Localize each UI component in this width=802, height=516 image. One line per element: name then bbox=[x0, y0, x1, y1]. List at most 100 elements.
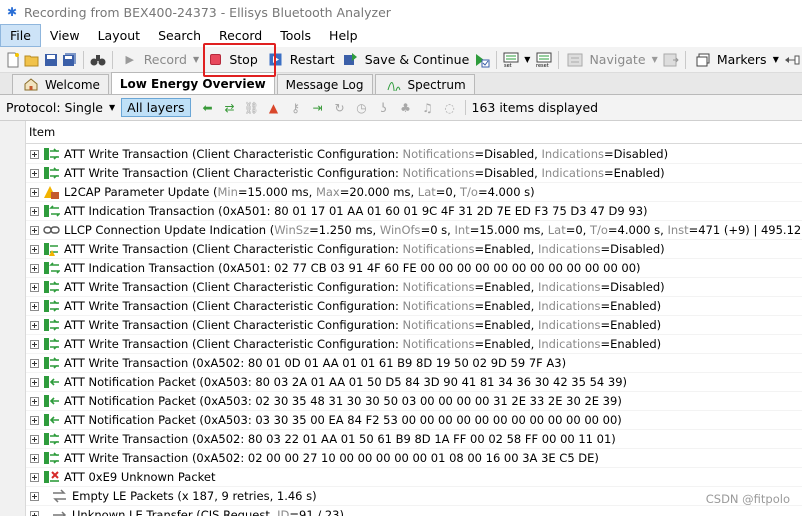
markers-dropdown-icon[interactable]: ▼ bbox=[772, 52, 780, 68]
menu-layout[interactable]: Layout bbox=[89, 24, 150, 47]
tab-welcome[interactable]: Welcome bbox=[12, 74, 109, 94]
hook-icon[interactable]: ʖ bbox=[375, 99, 393, 117]
swap-arrows-icon[interactable]: ⇄ bbox=[221, 99, 239, 117]
cycle-icon[interactable]: ↻ bbox=[331, 99, 349, 117]
expand-plus-icon[interactable] bbox=[30, 263, 39, 273]
expand-plus-icon[interactable] bbox=[30, 206, 39, 216]
all-layers-button[interactable]: All layers bbox=[121, 98, 191, 117]
field-text: =Disabled) bbox=[600, 242, 665, 256]
expand-plus-icon[interactable] bbox=[30, 187, 39, 197]
table-row[interactable]: ATT 0xE9 Unknown Packet bbox=[26, 468, 802, 487]
table-row[interactable]: ATT Write Transaction (Client Characteri… bbox=[26, 278, 802, 297]
expand-plus-icon[interactable] bbox=[30, 396, 39, 406]
menu-help[interactable]: Help bbox=[320, 24, 367, 47]
arrow-left-icon[interactable]: ⬅ bbox=[199, 99, 217, 117]
table-row[interactable]: ATT Write Transaction (Client Characteri… bbox=[26, 297, 802, 316]
key-icon[interactable]: ⚷ bbox=[287, 99, 305, 117]
menu-search[interactable]: Search bbox=[149, 24, 210, 47]
table-row[interactable]: Unknown LE Transfer (CIS Request, ID=91 … bbox=[26, 506, 802, 516]
open-folder-icon[interactable] bbox=[24, 52, 40, 68]
toolbar-separator bbox=[496, 50, 498, 69]
table-row[interactable]: ATT Write Transaction (0xA502: 80 01 0D … bbox=[26, 354, 802, 373]
field-text: =1.250 ms, bbox=[309, 223, 380, 237]
tree-icon[interactable]: ♣ bbox=[397, 99, 415, 117]
menu-file[interactable]: File bbox=[0, 24, 41, 47]
table-row[interactable]: ATT Write Transaction (Client Characteri… bbox=[26, 164, 802, 183]
protocol-selector[interactable]: Protocol: Single ▼ bbox=[6, 100, 121, 115]
field-text: ATT Write Transaction (Client Characteri… bbox=[64, 166, 403, 180]
menu-view[interactable]: View bbox=[41, 24, 89, 47]
expand-plus-icon[interactable] bbox=[30, 282, 39, 292]
expand-plus-icon[interactable] bbox=[30, 225, 39, 235]
menu-tools[interactable]: Tools bbox=[271, 24, 320, 47]
expand-plus-icon[interactable] bbox=[30, 415, 39, 425]
expand-plus-icon[interactable] bbox=[30, 320, 39, 330]
save-icon[interactable] bbox=[44, 52, 58, 68]
table-row[interactable]: ATT Write Transaction (0xA502: 80 03 22 … bbox=[26, 430, 802, 449]
table-row[interactable]: ATT Write Transaction (Client Characteri… bbox=[26, 240, 802, 259]
tab-spectrum[interactable]: Spectrum bbox=[374, 74, 475, 94]
table-row[interactable]: ATT Notification Packet (0xA503: 02 30 3… bbox=[26, 392, 802, 411]
navigate-dropdown-icon[interactable]: ▼ bbox=[651, 52, 659, 68]
record-button[interactable]: ▶ Record bbox=[117, 49, 190, 71]
tab-low-energy-overview[interactable]: Low Energy Overview bbox=[110, 72, 275, 94]
row-label: ATT Notification Packet (0xA503: 80 03 2… bbox=[64, 375, 627, 389]
stop-button[interactable]: Stop bbox=[202, 49, 260, 71]
field-name: T/o bbox=[460, 185, 478, 199]
table-row[interactable]: ATT Notification Packet (0xA503: 03 30 3… bbox=[26, 411, 802, 430]
expand-plus-icon[interactable] bbox=[30, 149, 39, 159]
table-row[interactable]: ATT Write Transaction (Client Characteri… bbox=[26, 335, 802, 354]
expand-plus-icon[interactable] bbox=[30, 358, 39, 368]
column-header-item[interactable]: Item bbox=[26, 121, 802, 144]
table-row[interactable]: LLCP Connection Update Indication (WinSz… bbox=[26, 221, 802, 240]
expand-plus-icon[interactable] bbox=[30, 434, 39, 444]
expand-plus-icon[interactable] bbox=[30, 168, 39, 178]
hat-icon[interactable]: ▲ bbox=[265, 99, 283, 117]
mark-check-icon[interactable] bbox=[474, 52, 490, 68]
reset-icon[interactable]: reset bbox=[536, 52, 552, 68]
save-continue-button[interactable]: Save & Continue bbox=[338, 49, 473, 71]
expand-plus-icon[interactable] bbox=[30, 301, 39, 311]
save-continue-icon bbox=[343, 52, 359, 68]
disabled-circle-icon[interactable]: ◌ bbox=[441, 99, 459, 117]
navigate-button[interactable]: Navigate bbox=[562, 49, 648, 71]
table-row[interactable]: ATT Indication Transaction (0xA501: 80 0… bbox=[26, 202, 802, 221]
record-dropdown-icon[interactable]: ▼ bbox=[192, 52, 200, 68]
clock-icon[interactable]: ◷ bbox=[353, 99, 371, 117]
markers-button[interactable]: Markers bbox=[690, 49, 770, 71]
row-label: LLCP Connection Update Indication (WinSz… bbox=[64, 223, 802, 237]
att-notification-icon bbox=[43, 412, 60, 428]
table-row[interactable]: L2CAP Parameter Update (Min=15.000 ms, M… bbox=[26, 183, 802, 202]
toolbar-separator bbox=[83, 50, 84, 69]
row-label: ATT Write Transaction (Client Characteri… bbox=[64, 280, 665, 294]
settings-dropdown-icon[interactable]: ▼ bbox=[523, 52, 531, 68]
table-row[interactable]: ATT Write Transaction (0xA502: 02 00 00 … bbox=[26, 449, 802, 468]
restart-button[interactable]: Restart bbox=[263, 49, 338, 71]
link-icon[interactable]: ⛓ bbox=[243, 99, 261, 117]
menu-record[interactable]: Record bbox=[210, 24, 271, 47]
field-name: Notifications bbox=[402, 280, 475, 294]
att-write-icon bbox=[43, 450, 60, 466]
row-label: ATT Write Transaction (0xA502: 02 00 00 … bbox=[64, 451, 599, 465]
tab-message-log[interactable]: Message Log bbox=[276, 74, 373, 94]
table-row[interactable]: ATT Write Transaction (Client Characteri… bbox=[26, 145, 802, 164]
marker-arrow-icon[interactable] bbox=[784, 52, 800, 68]
expand-plus-icon[interactable] bbox=[30, 491, 39, 501]
expand-plus-icon[interactable] bbox=[30, 377, 39, 387]
save-all-icon[interactable] bbox=[62, 52, 77, 68]
expand-plus-icon[interactable] bbox=[30, 453, 39, 463]
settings-grid-icon[interactable]: set bbox=[503, 52, 519, 68]
expand-plus-icon[interactable] bbox=[30, 339, 39, 349]
navigate-next-icon[interactable] bbox=[663, 52, 679, 68]
table-row[interactable]: ATT Notification Packet (0xA503: 80 03 2… bbox=[26, 373, 802, 392]
expand-plus-icon[interactable] bbox=[30, 244, 39, 254]
expand-plus-icon[interactable] bbox=[30, 510, 39, 516]
new-file-icon[interactable] bbox=[6, 52, 20, 68]
table-row[interactable]: Empty LE Packets (x 187, 9 retries, 1.46… bbox=[26, 487, 802, 506]
find-binoculars-icon[interactable] bbox=[90, 52, 106, 68]
table-row[interactable]: ATT Indication Transaction (0xA501: 02 7… bbox=[26, 259, 802, 278]
table-row[interactable]: ATT Write Transaction (Client Characteri… bbox=[26, 316, 802, 335]
step-icon[interactable]: ⇥ bbox=[309, 99, 327, 117]
expand-plus-icon[interactable] bbox=[30, 472, 39, 482]
audio-icon[interactable]: ♫ bbox=[419, 99, 437, 117]
